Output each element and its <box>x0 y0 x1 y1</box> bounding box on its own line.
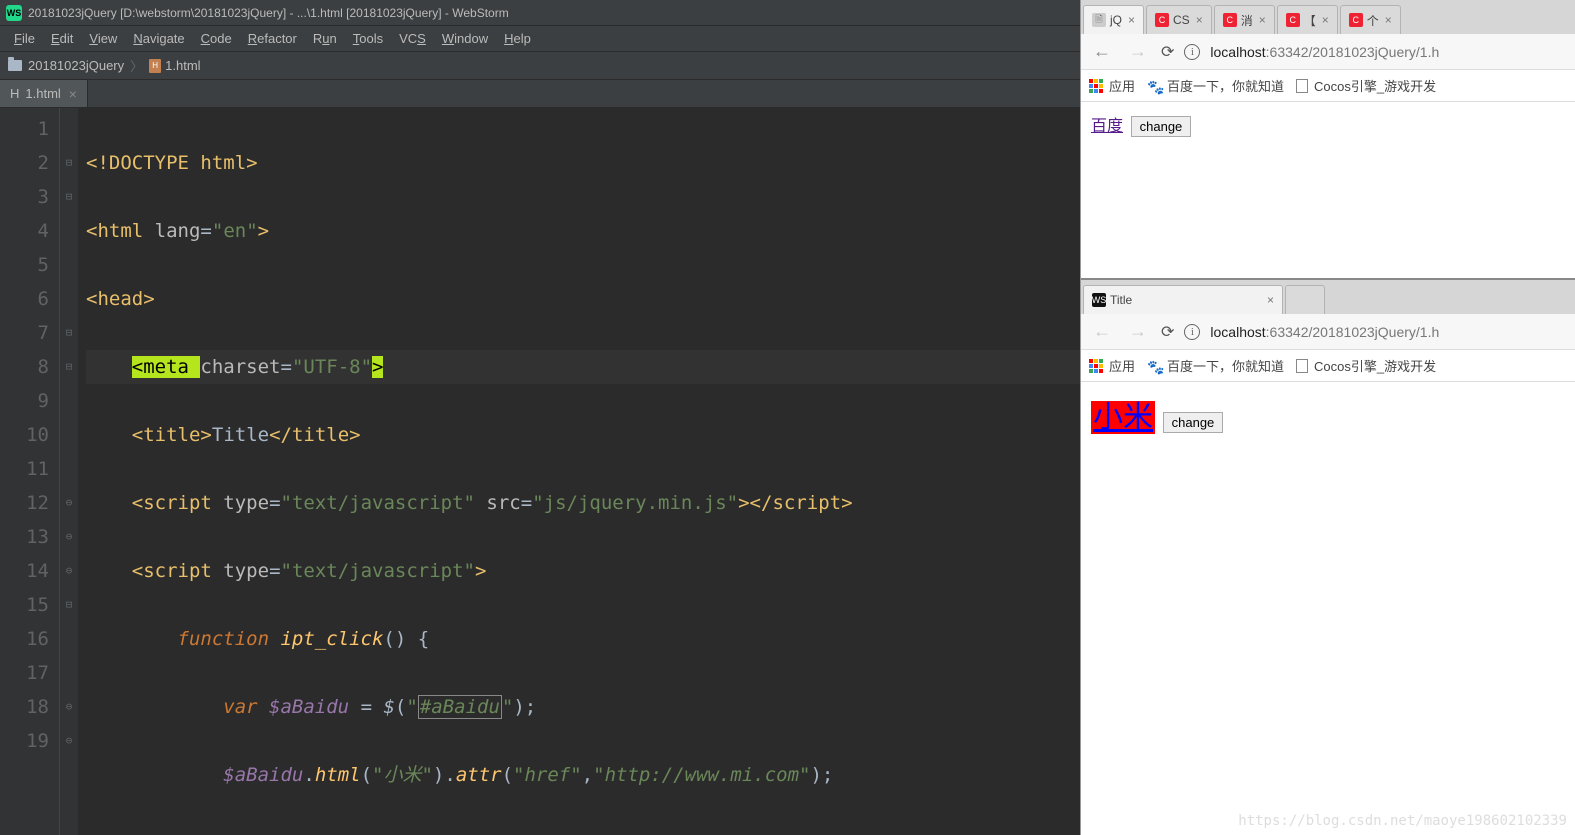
browser-tabs: 🗎jQ× CCS× C消× C【× C个× <box>1081 0 1575 34</box>
page-content-1: 百度 change <box>1081 102 1575 278</box>
browser-tab[interactable]: WSTitle× <box>1083 285 1283 314</box>
close-icon[interactable]: × <box>1128 13 1135 27</box>
baidu-link[interactable]: 百度 <box>1091 118 1123 135</box>
folder-icon <box>8 60 22 71</box>
favicon-icon: C <box>1349 13 1363 27</box>
menu-file[interactable]: File <box>6 31 43 46</box>
new-tab[interactable] <box>1285 285 1325 314</box>
close-icon[interactable]: × <box>1267 293 1274 307</box>
bookmarks-bar: 应用 🐾百度一下，你就知道 Cocos引擎_游戏开发 <box>1081 70 1575 102</box>
bookmark-cocos[interactable]: Cocos引擎_游戏开发 <box>1296 76 1436 95</box>
editor-tabs: H 1.html × <box>0 80 1080 108</box>
browser-tab[interactable]: C个× <box>1340 5 1401 34</box>
bookmarks-bar: 应用 🐾百度一下，你就知道 Cocos引擎_游戏开发 <box>1081 350 1575 382</box>
url-text[interactable]: localhost:63342/20181023jQuery/1.h <box>1210 44 1439 60</box>
favicon-icon: C <box>1155 13 1169 27</box>
address-bar: ← → ⟳ i localhost:63342/20181023jQuery/1… <box>1081 34 1575 70</box>
title-bar: WS 20181023jQuery [D:\webstorm\20181023j… <box>0 0 1080 26</box>
tab-label: 1.html <box>25 86 60 101</box>
close-icon[interactable]: × <box>1196 13 1203 27</box>
menu-refactor[interactable]: Refactor <box>240 31 305 46</box>
menu-tools[interactable]: Tools <box>345 31 391 46</box>
apps-icon <box>1089 359 1103 373</box>
browser-window-2: WSTitle× ← → ⟳ i localhost:63342/2018102… <box>1081 280 1575 835</box>
xiaomi-link[interactable]: 小米 <box>1091 401 1155 434</box>
page-icon <box>1296 79 1308 93</box>
page-icon <box>1296 359 1308 373</box>
code-editor[interactable]: 12345678910111213141516171819 ⊟⊟⊟⊟⊖⊖⊖⊟⊖⊖… <box>0 108 1080 835</box>
editor-tab[interactable]: H 1.html × <box>0 80 88 107</box>
window-title: 20181023jQuery [D:\webstorm\20181023jQue… <box>28 6 509 20</box>
url-text[interactable]: localhost:63342/20181023jQuery/1.h <box>1210 324 1439 340</box>
browser-tabs: WSTitle× <box>1081 280 1575 314</box>
webstorm-icon: WS <box>6 5 22 21</box>
forward-button[interactable]: → <box>1125 321 1151 342</box>
menu-help[interactable]: Help <box>496 31 539 46</box>
page-content-2: 小米 change https://blog.csdn.net/maoye198… <box>1081 382 1575 835</box>
bookmark-baidu[interactable]: 🐾百度一下，你就知道 <box>1147 76 1284 95</box>
favicon-icon: C <box>1223 13 1237 27</box>
page-icon: 🗎 <box>1092 13 1106 27</box>
browser-panel: 🗎jQ× CCS× C消× C【× C个× ← → ⟳ i localhost:… <box>1080 0 1575 835</box>
line-gutter: 12345678910111213141516171819 <box>0 108 60 835</box>
html-file-icon: H <box>10 86 19 101</box>
menu-navigate[interactable]: Navigate <box>125 31 192 46</box>
close-icon[interactable]: × <box>1322 13 1329 27</box>
menu-view[interactable]: View <box>81 31 125 46</box>
apps-button[interactable]: 应用 <box>1089 76 1135 95</box>
close-icon[interactable]: × <box>1259 13 1266 27</box>
info-icon[interactable]: i <box>1184 44 1200 60</box>
menu-window[interactable]: Window <box>434 31 496 46</box>
browser-tab[interactable]: C消× <box>1214 5 1275 34</box>
reload-button[interactable]: ⟳ <box>1161 322 1174 342</box>
breadcrumb: 20181023jQuery 〉 H 1.html <box>0 52 1080 80</box>
back-button[interactable]: ← <box>1089 41 1115 62</box>
reload-button[interactable]: ⟳ <box>1161 42 1174 62</box>
forward-button[interactable]: → <box>1125 41 1151 62</box>
crumb-file[interactable]: 1.html <box>165 58 200 73</box>
crumb-separator: 〉 <box>130 56 143 75</box>
bookmark-baidu[interactable]: 🐾百度一下，你就知道 <box>1147 356 1284 375</box>
apps-button[interactable]: 应用 <box>1089 356 1135 375</box>
browser-tab[interactable]: C【× <box>1277 5 1338 34</box>
back-button[interactable]: ← <box>1089 321 1115 342</box>
menu-edit[interactable]: Edit <box>43 31 81 46</box>
browser-tab[interactable]: CCS× <box>1146 5 1212 34</box>
menu-bar: File Edit View Navigate Code Refactor Ru… <box>0 26 1080 52</box>
webstorm-icon: WS <box>1092 293 1106 307</box>
menu-run[interactable]: Run <box>305 31 345 46</box>
change-button[interactable]: change <box>1131 116 1192 137</box>
fold-gutter: ⊟⊟⊟⊟⊖⊖⊖⊟⊖⊖ <box>60 108 78 835</box>
favicon-icon: C <box>1286 13 1300 27</box>
menu-vcs[interactable]: VCS <box>391 31 434 46</box>
menu-code[interactable]: Code <box>193 31 240 46</box>
code-area[interactable]: <!DOCTYPE html> <html lang="en"> <head> … <box>78 108 1080 835</box>
baidu-icon: 🐾 <box>1147 79 1161 93</box>
browser-window-1: 🗎jQ× CCS× C消× C【× C个× ← → ⟳ i localhost:… <box>1081 0 1575 280</box>
bookmark-cocos[interactable]: Cocos引擎_游戏开发 <box>1296 356 1436 375</box>
ide-window: WS 20181023jQuery [D:\webstorm\20181023j… <box>0 0 1080 835</box>
watermark-text: https://blog.csdn.net/maoye198602102339 <box>1238 813 1567 829</box>
address-bar: ← → ⟳ i localhost:63342/20181023jQuery/1… <box>1081 314 1575 350</box>
close-icon[interactable]: × <box>1385 13 1392 27</box>
info-icon[interactable]: i <box>1184 324 1200 340</box>
close-icon[interactable]: × <box>69 86 77 102</box>
crumb-project[interactable]: 20181023jQuery <box>28 58 124 73</box>
html-file-icon: H <box>149 59 161 73</box>
change-button[interactable]: change <box>1163 412 1224 433</box>
baidu-icon: 🐾 <box>1147 359 1161 373</box>
browser-tab[interactable]: 🗎jQ× <box>1083 5 1144 34</box>
apps-icon <box>1089 79 1103 93</box>
